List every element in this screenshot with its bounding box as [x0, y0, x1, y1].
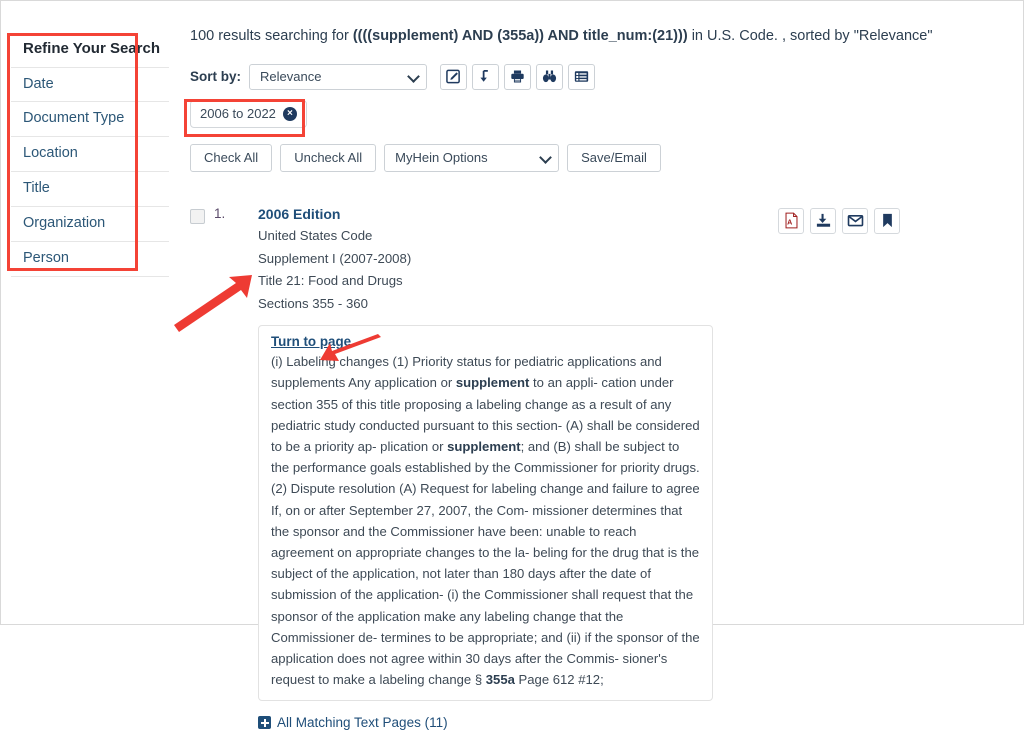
sidebar-item-document-type[interactable]: Document Type — [11, 102, 169, 138]
sort-select-value: Relevance — [260, 68, 322, 84]
chevron-down-icon — [407, 69, 420, 83]
results-summary-sort: "Relevance" — [853, 28, 933, 44]
chevron-down-icon — [539, 150, 552, 164]
result-item: 1. 2006 Edition United States Code Suppl… — [190, 206, 1005, 730]
result-snippet: Turn to page (i) Labeling changes (1) Pr… — [258, 325, 713, 702]
email-icon[interactable] — [842, 207, 868, 234]
svg-text:A: A — [787, 219, 792, 227]
close-icon[interactable]: × — [282, 106, 297, 121]
turn-to-page-link[interactable]: Turn to page — [271, 334, 351, 349]
sort-select[interactable]: Relevance — [249, 63, 428, 90]
plus-icon — [258, 716, 271, 730]
refine-search-heading: Refine Your Search — [11, 35, 169, 68]
snippet-highlight-2: supplement — [447, 438, 521, 454]
bookmark-icon[interactable] — [874, 207, 900, 234]
sidebar-item-organization[interactable]: Organization — [11, 207, 169, 243]
sidebar-item-title[interactable]: Title — [11, 172, 169, 208]
snippet-text: (i) Labeling changes (1) Priority status… — [271, 351, 700, 690]
snippet-highlight-1: supplement — [455, 375, 530, 391]
date-filter-chip[interactable]: 2006 to 2022 × — [190, 99, 307, 128]
list-view-icon[interactable] — [568, 63, 596, 90]
snippet-highlight-3: 355a — [485, 672, 515, 688]
download-icon[interactable] — [472, 63, 500, 90]
check-all-button[interactable]: Check All — [190, 143, 273, 172]
sidebar-item-person[interactable]: Person — [11, 242, 169, 278]
refine-search-sidebar: Refine Your Search Date Document Type Lo… — [11, 35, 169, 278]
active-filters: 2006 to 2022 × — [190, 99, 1005, 130]
sort-by-label: Sort by: — [190, 69, 242, 85]
snippet-part-3: ; and (B) shall be subject to the perfor… — [271, 438, 700, 688]
uncheck-all-button[interactable]: Uncheck All — [280, 143, 377, 172]
results-summary-prefix: 100 results searching for — [190, 28, 353, 44]
all-matching-text-pages-label: All Matching Text Pages (11) — [277, 715, 448, 730]
myhein-options-select[interactable]: MyHein Options — [384, 143, 560, 172]
download-icon[interactable] — [810, 207, 836, 234]
page-frame: Refine Your Search Date Document Type Lo… — [0, 0, 1024, 730]
save-email-button[interactable]: Save/Email — [567, 143, 661, 172]
result-line-supplement: Supplement I (2007-2008) — [258, 250, 412, 266]
myhein-options-value: MyHein Options — [395, 149, 488, 165]
results-summary-middle: in U.S. Code. , sorted by — [687, 28, 854, 44]
results-summary: 100 results searching for ((((supplement… — [190, 27, 1005, 46]
result-body: 2006 Edition United States Code Suppleme… — [258, 206, 1005, 730]
results-summary-query: ((((supplement) AND (355a)) AND title_nu… — [352, 28, 688, 44]
result-line-sections: Sections 355 - 360 — [258, 296, 368, 312]
result-index: 1. — [214, 205, 226, 221]
result-checkbox[interactable] — [190, 208, 205, 224]
snippet-part-4: Page 612 #12; — [514, 672, 604, 688]
print-icon[interactable] — [504, 63, 532, 90]
pdf-icon[interactable]: A — [778, 207, 804, 234]
list-actions: Check All Uncheck All MyHein Options Sav… — [190, 143, 1005, 172]
sidebar-item-location[interactable]: Location — [11, 137, 169, 173]
result-actions: A — [772, 207, 900, 234]
date-filter-label: 2006 to 2022 — [200, 106, 276, 122]
edit-search-icon[interactable] — [440, 63, 468, 90]
binoculars-icon[interactable] — [536, 63, 564, 90]
sort-toolbar: Sort by: Relevance — [190, 63, 1005, 90]
sidebar-item-date[interactable]: Date — [11, 68, 169, 103]
all-matching-text-pages[interactable]: All Matching Text Pages (11) — [258, 715, 1005, 730]
result-line-title: Title 21: Food and Drugs — [258, 273, 403, 289]
